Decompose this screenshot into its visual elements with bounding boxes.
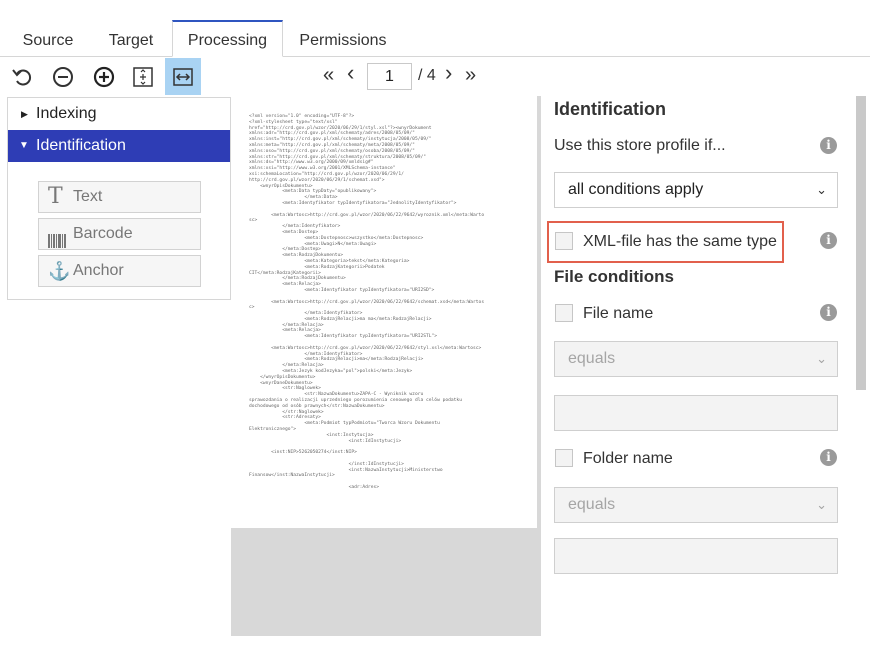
prev-page-button[interactable]: ‹	[347, 60, 354, 86]
same-type-label: XML-file has the same type	[583, 233, 777, 250]
undo-button[interactable]	[5, 58, 41, 95]
anchor-icon: ⚓	[48, 261, 71, 281]
tree-item-indexing[interactable]: ▶ Indexing	[8, 98, 230, 130]
file-name-input[interactable]	[554, 395, 838, 431]
file-name-operator-value: equals	[568, 350, 616, 367]
next-page-button[interactable]: ›	[445, 60, 452, 86]
folder-name-operator-value: equals	[568, 496, 616, 513]
viewer-toolbar: « ‹ / 4 › »	[0, 58, 870, 96]
zoom-in-button[interactable]	[86, 58, 122, 95]
conditions-select[interactable]: all conditions apply ⌄	[554, 172, 838, 208]
same-type-checkbox[interactable]	[555, 232, 573, 250]
document-page: <?xml version="1.0" encoding="UTF-8"?> <…	[231, 96, 537, 528]
fit-width-button[interactable]	[165, 58, 201, 95]
fit-page-icon	[133, 66, 153, 87]
zoom-out-icon	[53, 66, 73, 87]
tool-label: Text	[73, 188, 103, 205]
info-icon[interactable]: i	[820, 304, 837, 321]
panel-scrollbar[interactable]	[856, 96, 866, 390]
folder-name-checkbox[interactable]	[555, 449, 573, 467]
tab-source[interactable]: Source	[13, 22, 83, 57]
folder-name-input[interactable]	[554, 538, 838, 574]
text-icon: T	[48, 184, 63, 209]
file-name-operator-select[interactable]: equals ⌄	[554, 341, 838, 377]
tree-item-identification[interactable]: ▼ Identification	[8, 130, 230, 162]
add-anchor-button[interactable]: ⚓ Anchor	[38, 255, 201, 287]
tab-permissions[interactable]: Permissions	[293, 22, 393, 57]
caret-right-icon: ▶	[21, 109, 28, 119]
tool-label: Barcode	[73, 225, 133, 242]
chevron-down-icon: ⌄	[816, 351, 827, 366]
conditions-select-value: all conditions apply	[568, 181, 704, 198]
undo-icon	[12, 68, 31, 85]
fit-page-button[interactable]	[125, 58, 161, 95]
page-total: / 4	[418, 67, 436, 84]
zoom-out-button[interactable]	[45, 58, 81, 95]
panel-title: Identification	[554, 99, 666, 119]
info-icon[interactable]: i	[820, 449, 837, 466]
file-name-label: File name	[583, 305, 654, 322]
file-conditions-title: File conditions	[554, 267, 674, 286]
tab-bar: Source Target Processing Permissions	[0, 0, 870, 57]
caret-down-icon: ▼	[19, 140, 29, 151]
folder-name-label: Folder name	[583, 450, 673, 467]
chevron-down-icon: ⌄	[816, 182, 827, 197]
add-text-button[interactable]: T Text	[38, 181, 201, 213]
fit-width-icon	[173, 67, 193, 86]
tree-item-label: Identification	[36, 137, 126, 154]
file-name-checkbox[interactable]	[555, 304, 573, 322]
tool-label: Anchor	[73, 262, 124, 279]
use-profile-label: Use this store profile if...	[554, 137, 726, 154]
document-text: <?xml version="1.0" encoding="UTF-8"?> <…	[249, 114, 485, 490]
tab-processing[interactable]: Processing	[172, 20, 283, 57]
tab-target[interactable]: Target	[95, 22, 167, 57]
first-page-button[interactable]: «	[323, 64, 334, 90]
document-preview: <?xml version="1.0" encoding="UTF-8"?> <…	[231, 96, 541, 636]
page-number-input[interactable]: 1	[367, 63, 412, 90]
zoom-in-icon	[93, 66, 115, 87]
info-icon[interactable]: i	[820, 137, 837, 154]
folder-name-operator-select[interactable]: equals ⌄	[554, 487, 838, 523]
last-page-button[interactable]: »	[465, 64, 476, 90]
chevron-down-icon: ⌄	[816, 497, 827, 512]
add-barcode-button[interactable]: Barcode	[38, 218, 201, 250]
field-tree: ▶ Indexing ▼ Identification T Text Barco…	[7, 97, 231, 300]
barcode-icon	[48, 227, 66, 257]
tree-item-label: Indexing	[36, 105, 97, 122]
info-icon[interactable]: i	[820, 232, 837, 249]
